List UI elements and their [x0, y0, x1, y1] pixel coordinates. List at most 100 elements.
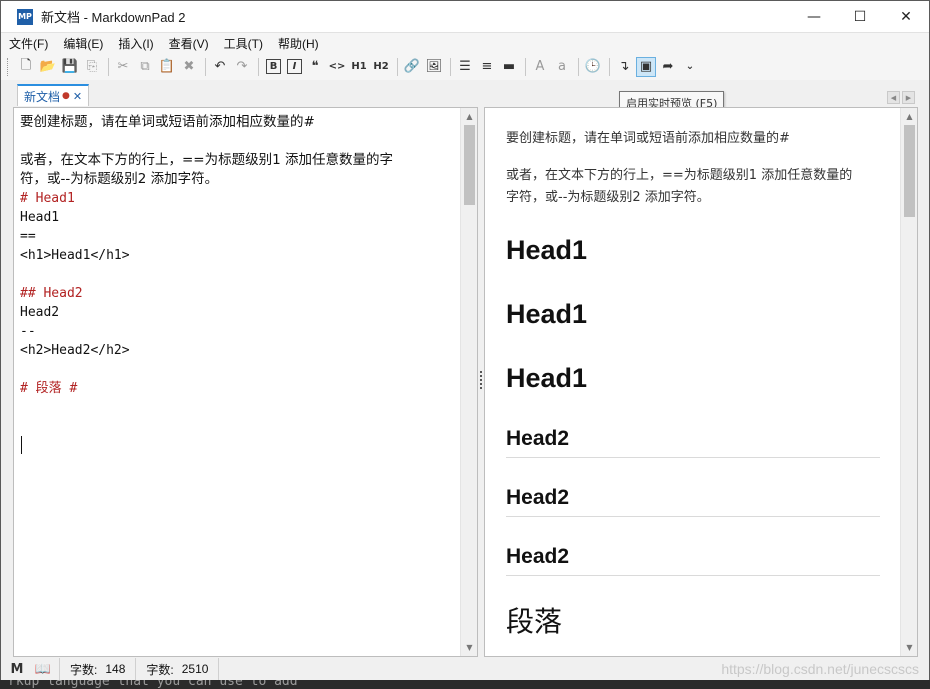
- menu-view[interactable]: 查看(V): [162, 35, 216, 52]
- save-icon[interactable]: 💾: [60, 57, 80, 77]
- bold-icon[interactable]: B: [266, 59, 281, 74]
- editor-line[interactable]: ## Head2: [20, 284, 464, 303]
- editor-line[interactable]: Head2: [20, 303, 464, 322]
- book-preview-icon[interactable]: 📖: [33, 659, 53, 679]
- document-tab-strip: 新文档 ● ✕ ◀ ▶: [1, 80, 929, 107]
- paste-icon[interactable]: 📋: [157, 57, 177, 77]
- image-icon[interactable]: 🖼: [424, 57, 444, 77]
- toolbar-separator: [578, 57, 579, 76]
- editor-line[interactable]: # Head1: [20, 189, 464, 208]
- window-controls: — ☐ ✕: [791, 1, 929, 33]
- tab-new-document[interactable]: 新文档 ● ✕: [17, 84, 89, 106]
- undo-icon[interactable]: ↶: [210, 57, 230, 77]
- word-count-value: 148: [105, 662, 126, 676]
- toolbar-separator: [609, 57, 610, 76]
- preview-scrollbar[interactable]: ▲ ▼: [900, 108, 917, 656]
- toolbar-separator: [525, 57, 526, 76]
- toolbar-overflow-icon[interactable]: ⌄: [680, 57, 700, 77]
- export-icon[interactable]: ➦: [658, 57, 678, 77]
- preview-h1: Head1: [506, 299, 588, 329]
- maximize-button[interactable]: ☐: [837, 1, 883, 33]
- preview-h2: Head2: [506, 486, 880, 517]
- toolbar-separator: [205, 57, 206, 76]
- unordered-list-icon[interactable]: ☰: [455, 57, 475, 77]
- preview-paragraph: 或者，在文本下方的行上，==为标题级别1 添加任意数量的: [506, 168, 853, 183]
- menu-bar: 文件(F) 编辑(E) 插入(I) 查看(V) 工具(T) 帮助(H): [1, 33, 929, 53]
- editor-line[interactable]: <h2>Head2</h2>: [20, 341, 464, 360]
- editor-scrollbar[interactable]: ▲ ▼: [460, 108, 477, 656]
- close-button[interactable]: ✕: [883, 1, 929, 33]
- editor-line[interactable]: 符，或--为标题级别2 添加字符。: [20, 170, 464, 189]
- preview-paragraph: 字符，或--为标题级别2 添加字符。: [506, 190, 710, 205]
- editor-line[interactable]: <h1>Head1</h1>: [20, 246, 464, 265]
- scroll-down-icon[interactable]: ▼: [901, 639, 917, 656]
- uppercase-icon[interactable]: A: [530, 57, 550, 77]
- toolbar-separator: [258, 57, 259, 76]
- unsaved-dot-icon: ●: [62, 91, 70, 101]
- horizontal-rule-icon[interactable]: ▬: [499, 57, 519, 77]
- save-all-icon[interactable]: ⎘: [82, 57, 102, 77]
- editor-text[interactable]: 要创建标题，请在单词或短语前添加相应数量的# 或者，在文本下方的行上，==为标题级…: [20, 113, 464, 398]
- open-folder-icon[interactable]: 📂: [38, 57, 58, 77]
- code-icon[interactable]: <>: [327, 57, 347, 77]
- delete-icon[interactable]: ✖: [179, 57, 199, 77]
- editor-line[interactable]: ==: [20, 227, 464, 246]
- char-count-label: 字数:: [146, 662, 174, 677]
- status-divider: [218, 658, 239, 680]
- cut-icon[interactable]: ✂: [113, 57, 133, 77]
- tab-label: 新文档: [24, 89, 61, 104]
- editor-line[interactable]: # 段落 #: [20, 379, 464, 398]
- tab-close-icon[interactable]: ✕: [73, 90, 82, 103]
- quote-icon[interactable]: ❝: [305, 57, 325, 77]
- italic-icon[interactable]: I: [287, 59, 302, 74]
- scroll-down-icon[interactable]: ▼: [461, 639, 477, 656]
- copy-icon[interactable]: ⧉: [135, 57, 155, 77]
- watermark-text: https://blog.csdn.net/junecscscs: [721, 661, 919, 677]
- preview-scroll-thumb[interactable]: [904, 125, 915, 217]
- menu-edit[interactable]: 编辑(E): [56, 35, 110, 52]
- live-preview-icon[interactable]: ▣: [636, 56, 656, 77]
- preview-h2: Head2: [506, 545, 880, 576]
- heading2-icon[interactable]: H2: [371, 57, 391, 77]
- tab-scroll-right-icon[interactable]: ▶: [902, 91, 915, 104]
- link-icon[interactable]: 🔗: [402, 57, 422, 77]
- scroll-up-icon[interactable]: ▲: [461, 108, 477, 125]
- editor-line[interactable]: Head1: [20, 208, 464, 227]
- splitter-grip-icon[interactable]: [480, 371, 482, 389]
- menu-help[interactable]: 帮助(H): [271, 35, 326, 52]
- editor-scroll-thumb[interactable]: [464, 125, 475, 205]
- tab-scroll-left-icon[interactable]: ◀: [887, 91, 900, 104]
- toolbar-grip[interactable]: [7, 57, 10, 76]
- lowercase-icon[interactable]: a: [552, 57, 572, 77]
- menu-file[interactable]: 文件(F): [2, 35, 55, 52]
- new-document-icon[interactable]: 🗋: [16, 57, 36, 77]
- toolbar-separator: [450, 57, 451, 76]
- editor-line[interactable]: [20, 360, 464, 379]
- char-count-value: 2510: [181, 662, 209, 676]
- preview-h1: Head1: [506, 235, 588, 265]
- scroll-up-icon[interactable]: ▲: [901, 108, 917, 125]
- background-text: rkup language that you can use to add: [8, 680, 298, 689]
- timestamp-icon[interactable]: 🕒: [583, 57, 603, 77]
- editor-line[interactable]: 要创建标题，请在单词或短语前添加相应数量的#: [20, 113, 464, 132]
- editor-line[interactable]: [20, 132, 464, 151]
- minimize-button[interactable]: —: [791, 1, 837, 33]
- menu-insert[interactable]: 插入(I): [111, 35, 160, 52]
- editor-line[interactable]: --: [20, 322, 464, 341]
- markdown-mode-icon[interactable]: M: [7, 659, 27, 679]
- preview-h2: Head2: [506, 427, 880, 458]
- ordered-list-icon[interactable]: ≡: [477, 57, 497, 77]
- line-wrap-icon[interactable]: ↴: [614, 57, 634, 77]
- toolbar-separator: [397, 57, 398, 76]
- preview-h1: Head1: [506, 363, 588, 393]
- title-bar[interactable]: MP 新文档 - MarkdownPad 2 — ☐ ✕: [1, 1, 929, 33]
- toolbar-separator: [108, 57, 109, 76]
- preview-h1-paragraph: 段落: [506, 605, 563, 638]
- editor-line[interactable]: 或者，在文本下方的行上，==为标题级别1 添加任意数量的字: [20, 151, 464, 170]
- markdownpad-window: MP 新文档 - MarkdownPad 2 — ☐ ✕ 文件(F) 编辑(E)…: [0, 0, 930, 689]
- menu-tools[interactable]: 工具(T): [217, 35, 270, 52]
- markdown-editor[interactable]: 要创建标题，请在单词或短语前添加相应数量的# 或者，在文本下方的行上，==为标题级…: [13, 107, 478, 657]
- redo-icon[interactable]: ↷: [232, 57, 252, 77]
- heading1-icon[interactable]: H1: [349, 57, 369, 77]
- editor-line[interactable]: [20, 265, 464, 284]
